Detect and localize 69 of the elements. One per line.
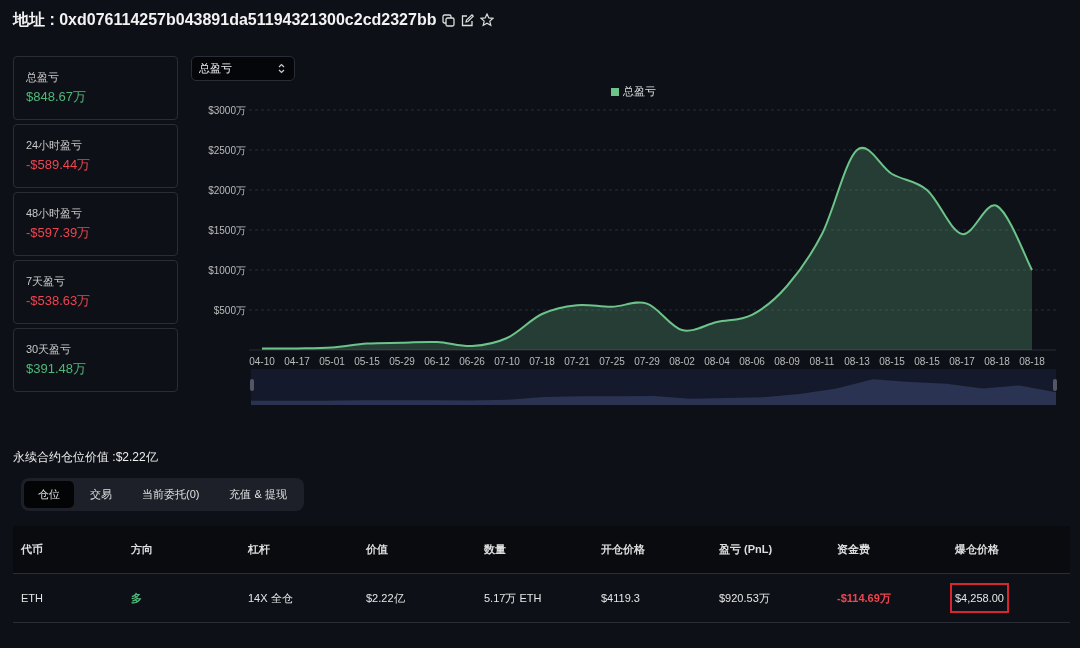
x-axis-label: 07-10 — [494, 356, 520, 367]
table-cell-text: 5.17万 ETH — [484, 590, 542, 606]
y-axis-label: $2000万 — [208, 185, 246, 196]
stat-label: 24小时盈亏 — [26, 138, 83, 153]
tab[interactable]: 充值 & 提现 — [215, 481, 301, 508]
stat-value: -$589.44万 — [26, 156, 91, 174]
x-axis-label: 08-04 — [704, 356, 730, 367]
stat-label: 总盈亏 — [26, 70, 59, 85]
x-axis-label: 08-15 — [914, 356, 940, 367]
column-header: 方向 — [131, 542, 154, 557]
x-axis-label: 08-02 — [669, 356, 695, 367]
x-axis-label: 08-11 — [809, 356, 835, 367]
column-header: 杠杆 — [248, 542, 271, 557]
x-axis-label: 04-17 — [284, 356, 310, 367]
address-title: 地址 : 0xd076114257b043891da51194321300c2cd2327bb — [13, 9, 437, 30]
stat-value: -$597.39万 — [26, 224, 91, 242]
edit-icon[interactable] — [461, 13, 475, 27]
stat-value: $848.67万 — [26, 88, 86, 106]
table-cell-text: ETH — [21, 591, 43, 606]
stat-label: 7天盈亏 — [26, 274, 66, 289]
column-header: 价值 — [366, 542, 389, 557]
x-axis-label: 05-29 — [389, 356, 415, 367]
section-title: 永续合约仓位价值 :$2.22亿 — [13, 449, 159, 466]
column-header: 资金费 — [837, 542, 871, 557]
column-header: 盈亏 (PnL) — [719, 542, 774, 557]
stat-value: -$538.63万 — [26, 292, 91, 310]
x-axis-label: 08-18 — [1019, 356, 1045, 367]
y-axis-label: $1500万 — [208, 225, 246, 236]
x-axis-label: 06-26 — [459, 356, 485, 367]
x-axis-label: 05-01 — [319, 356, 345, 367]
table-cell-text: -$114.69万 — [837, 590, 891, 606]
table-cell-text: $920.53万 — [719, 590, 770, 606]
y-axis-label: $1000万 — [208, 265, 246, 276]
metric-dropdown[interactable]: 总盈亏 — [191, 56, 295, 81]
x-axis-label: 07-25 — [599, 356, 625, 367]
tab[interactable]: 交易 — [76, 481, 126, 508]
table-cell-text: 14X 全仓 — [248, 590, 293, 606]
y-axis-label: $2500万 — [208, 145, 246, 156]
star-icon[interactable] — [480, 13, 495, 27]
sort-arrows-icon — [278, 63, 285, 74]
tab[interactable]: 当前委托(0) — [128, 481, 214, 508]
x-axis-label: 08-15 — [879, 356, 905, 367]
x-axis-label: 08-17 — [949, 356, 975, 367]
x-axis-label: 08-13 — [844, 356, 870, 367]
column-header: 数量 — [484, 542, 507, 557]
stat-value: $391.48万 — [26, 360, 86, 378]
stat-label: 48小时盈亏 — [26, 206, 83, 221]
table-cell-text: 多 — [131, 590, 142, 606]
x-axis-label: 05-15 — [354, 356, 380, 367]
x-axis-label: 08-06 — [739, 356, 765, 367]
x-axis-label: 07-18 — [529, 356, 555, 367]
column-header: 开仓价格 — [601, 542, 646, 557]
x-axis-label: 04-10 — [249, 356, 275, 367]
table-cell: $4,258.00 — [952, 585, 1007, 611]
x-axis-label: 07-21 — [564, 356, 590, 367]
column-header: 爆仓价格 — [955, 542, 1000, 557]
table-cell-text: $2.22亿 — [366, 590, 405, 606]
column-header: 代币 — [21, 542, 44, 557]
y-axis-label: $3000万 — [208, 105, 246, 116]
stat-label: 30天盈亏 — [26, 342, 72, 357]
copy-icon[interactable] — [442, 13, 456, 27]
legend-label: 总盈亏 — [623, 84, 656, 99]
x-axis-label: 08-18 — [984, 356, 1010, 367]
tab[interactable]: 仓位 — [24, 481, 74, 508]
table-cell-text: $4119.3 — [601, 591, 640, 606]
x-axis-label: 07-29 — [634, 356, 660, 367]
x-axis-label: 06-12 — [424, 356, 450, 367]
x-axis-label: 08-09 — [774, 356, 800, 367]
y-axis-label: $500万 — [213, 305, 246, 316]
